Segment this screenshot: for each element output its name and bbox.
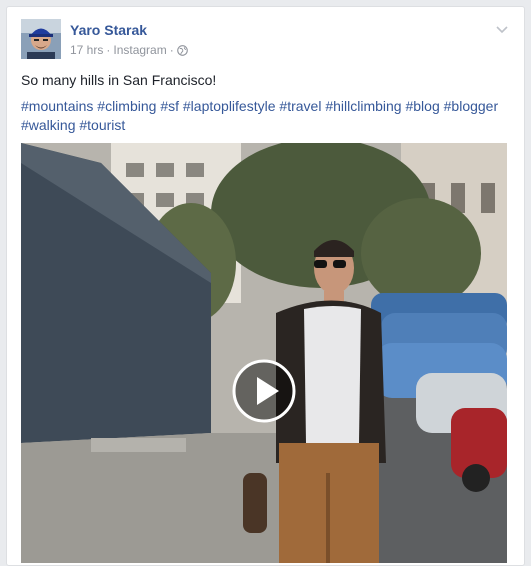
hashtag-link[interactable]: #tourist (79, 117, 125, 133)
hashtag-link[interactable]: #walking (21, 117, 75, 133)
post-message: So many hills in San Francisco! (21, 72, 217, 88)
post-source[interactable]: Instagram (113, 43, 166, 57)
post-meta: 17 hrs · Instagram · (70, 43, 188, 57)
hashtag-link[interactable]: #laptoplifestyle (183, 98, 276, 114)
hashtag-link[interactable]: #climbing (97, 98, 156, 114)
hashtag-link[interactable]: #travel (279, 98, 321, 114)
chevron-down-icon[interactable] (494, 21, 510, 37)
hashtag-link[interactable]: #sf (160, 98, 179, 114)
hashtag-link[interactable]: #hillclimbing (325, 98, 401, 114)
meta-separator: · (106, 43, 111, 57)
globe-icon[interactable] (176, 44, 188, 56)
hashtag-link[interactable]: #blogger (444, 98, 499, 114)
play-icon[interactable] (231, 358, 297, 424)
post-card: Yaro Starak 17 hrs · Instagram · So many… (6, 6, 525, 566)
video-player[interactable] (21, 143, 507, 563)
hashtag-list: #mountains #climbing #sf #laptoplifestyl… (21, 97, 516, 135)
post-timestamp[interactable]: 17 hrs (70, 43, 103, 57)
hashtag-link[interactable]: #mountains (21, 98, 93, 114)
avatar[interactable] (21, 19, 61, 59)
meta-separator: · (169, 43, 174, 57)
hashtag-link[interactable]: #blog (405, 98, 439, 114)
author-name[interactable]: Yaro Starak (70, 22, 147, 38)
video-thumbnail (21, 143, 507, 563)
